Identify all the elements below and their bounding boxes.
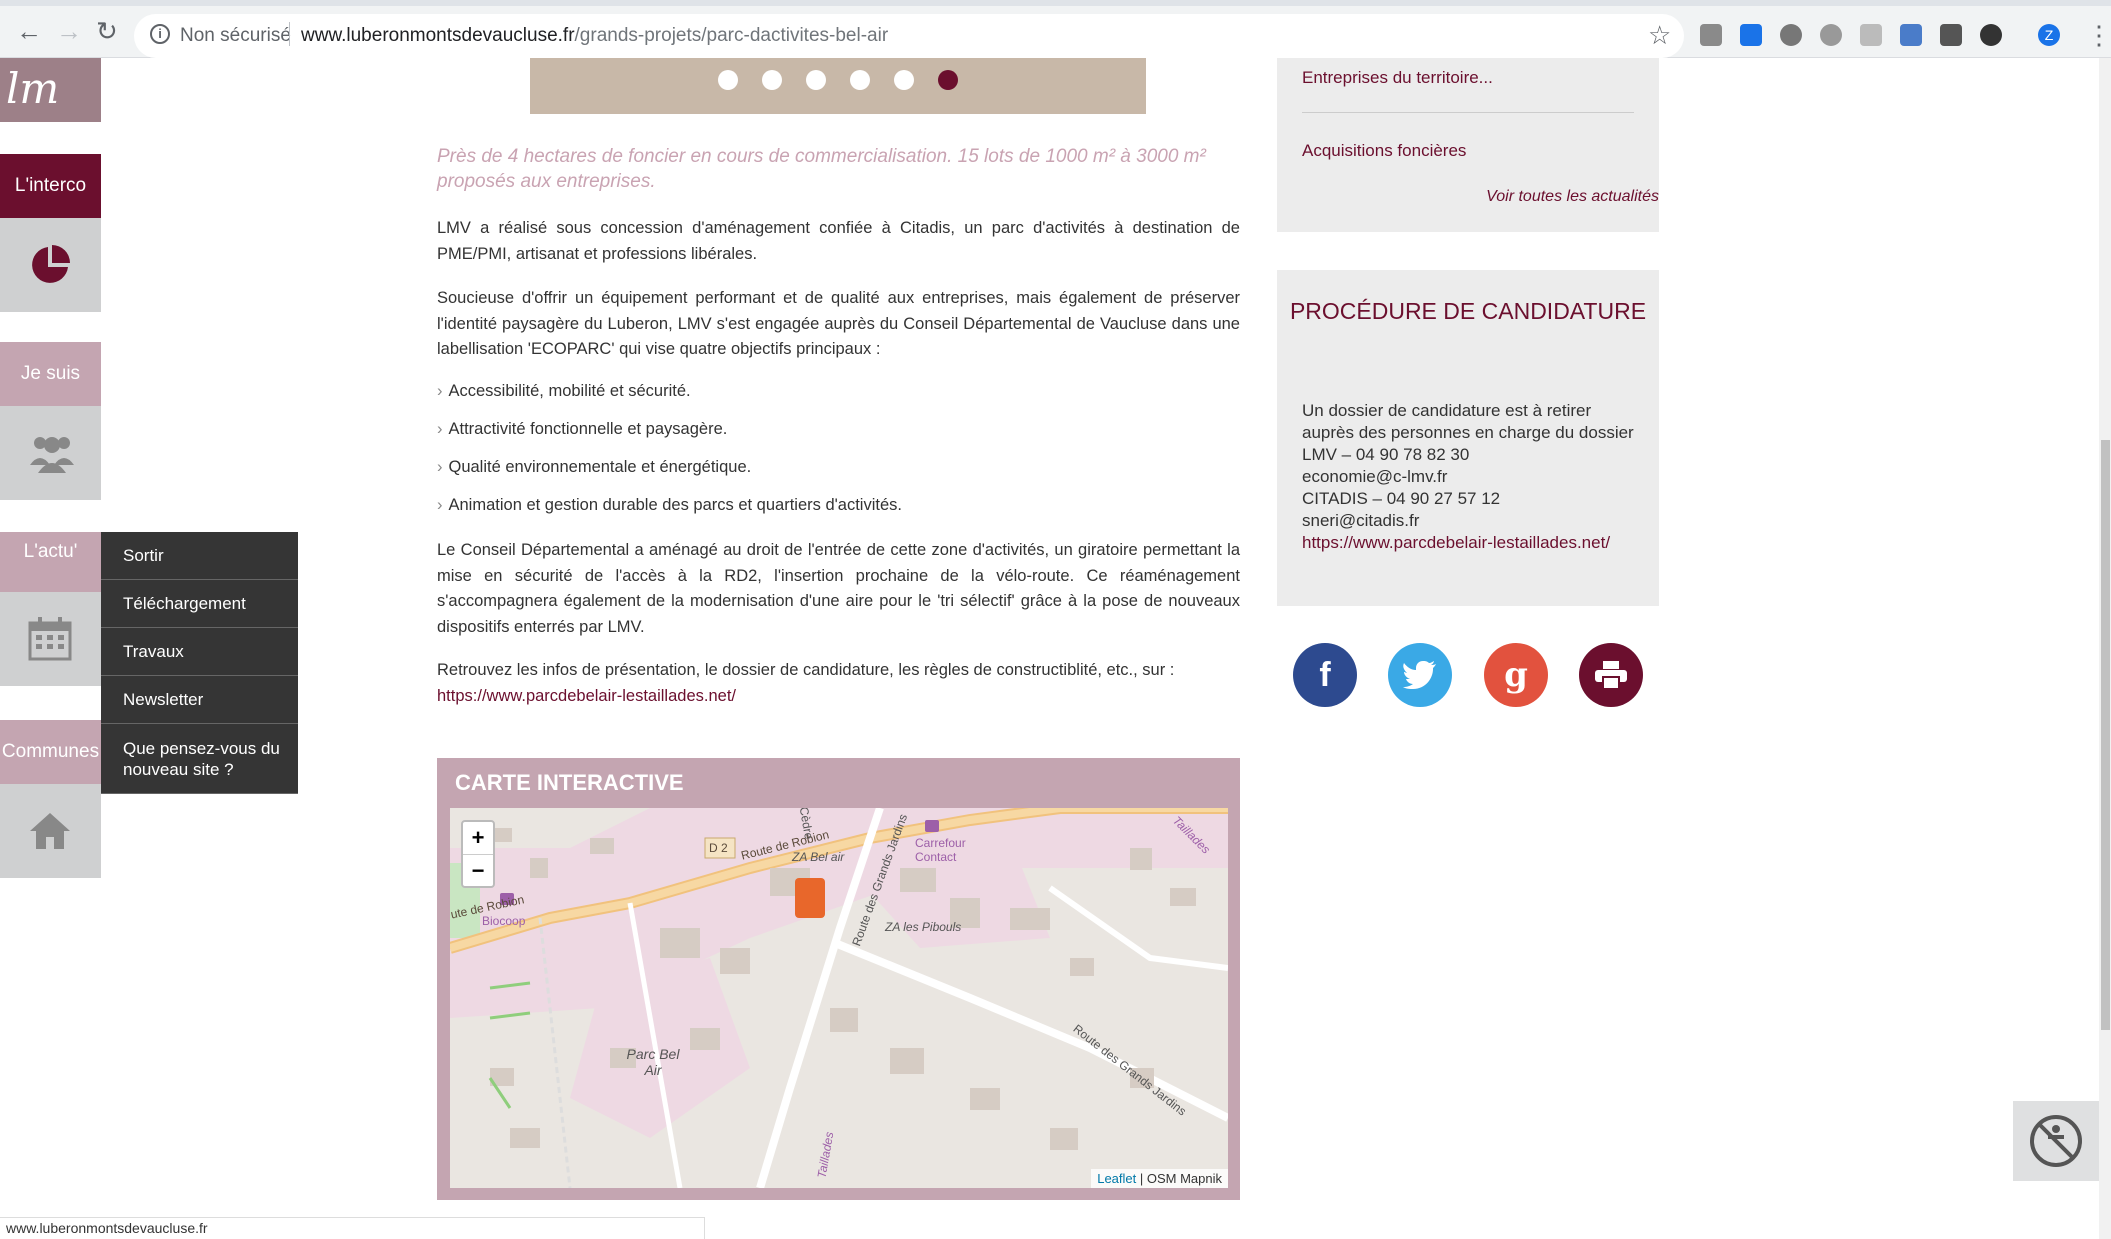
- site-logo[interactable]: lm: [0, 58, 101, 122]
- menu-icon[interactable]: ⋮: [2086, 20, 2111, 51]
- news-item[interactable]: Acquisitions foncières: [1302, 141, 1466, 161]
- map-label: ZA les Pibouls: [885, 920, 962, 934]
- extension-icon[interactable]: [1900, 24, 1922, 46]
- address-divider: [289, 22, 290, 46]
- map-label: Parc Bel Air: [626, 1046, 680, 1078]
- zoom-in-button[interactable]: +: [463, 822, 493, 854]
- accessibility-icon[interactable]: [2013, 1101, 2099, 1181]
- nav-jesuis[interactable]: Je suis: [0, 342, 101, 406]
- interactive-map[interactable]: Route de Robion ute de Robion D 2 ZA Bel…: [450, 808, 1228, 1188]
- extension-icon[interactable]: [1780, 24, 1802, 46]
- map-attribution: Leaflet | OSM Mapnik: [1091, 1169, 1228, 1188]
- nav-actu[interactable]: L'actu': [0, 532, 101, 592]
- reload-icon[interactable]: ↻: [96, 18, 118, 44]
- users-icon: [30, 437, 74, 473]
- lead-text: Près de 4 hectares de foncier en cours d…: [437, 146, 1206, 192]
- star-icon[interactable]: ☆: [1648, 20, 1671, 51]
- map-title: CARTE INTERACTIVE: [455, 770, 684, 795]
- slider-dot[interactable]: [718, 70, 738, 90]
- map-zoom-control: + −: [461, 820, 495, 888]
- bullet-item: › Attractivité fonctionnelle et paysagère…: [437, 420, 728, 438]
- nav-actu-icon[interactable]: [0, 592, 101, 686]
- slider-dot[interactable]: [894, 70, 914, 90]
- forward-icon[interactable]: →: [56, 18, 82, 44]
- status-bar: www.luberonmontsdevaucluse.fr: [0, 1217, 705, 1239]
- news-item[interactable]: Entreprises du territoire...: [1302, 68, 1493, 88]
- map-label: Carrefour Contact: [915, 836, 966, 864]
- all-news-link[interactable]: Voir toutes les actualités: [1486, 188, 1659, 206]
- map-label-d2: D 2: [709, 841, 728, 855]
- tab-strip-edge: [0, 0, 2111, 6]
- slider-dot[interactable]: [850, 70, 870, 90]
- divider: [1302, 112, 1634, 113]
- procedure-title: PROCÉDURE DE CANDIDATURE: [1289, 298, 1647, 324]
- bullet-item: › Accessibilité, mobilité et sécurité.: [437, 382, 691, 400]
- actu-dropdown-menu: Sortir Téléchargement Travaux Newsletter…: [101, 532, 298, 794]
- slider-dot-active[interactable]: [938, 70, 958, 90]
- extension-icon[interactable]: [1980, 24, 2002, 46]
- bullet-item: › Animation et gestion durable des parcs …: [437, 496, 902, 514]
- facebook-icon[interactable]: f: [1293, 643, 1357, 707]
- menu-item-telechargement[interactable]: Téléchargement: [101, 580, 298, 628]
- nav-jesuis-icon[interactable]: [0, 406, 101, 500]
- pie-chart-icon: [32, 245, 70, 283]
- info-icon[interactable]: i: [150, 24, 170, 44]
- nav-interco[interactable]: L'interco: [0, 154, 101, 218]
- extension-icon[interactable]: [1740, 24, 1762, 46]
- procedure-text: Un dossier de candidature est à retirer …: [1302, 400, 1642, 554]
- map-tiles: [450, 808, 1228, 1188]
- paragraph-4: Retrouvez les infos de présentation, le …: [437, 661, 1175, 705]
- scrollbar-thumb[interactable]: [2101, 440, 2110, 1030]
- url-text[interactable]: www.luberonmontsdevaucluse.fr/grands-pro…: [301, 25, 888, 47]
- menu-item-sortir[interactable]: Sortir: [101, 532, 298, 580]
- paragraph-3: Le Conseil Départemental a aménagé au dr…: [437, 541, 1240, 636]
- profile-avatar[interactable]: Z: [2038, 24, 2060, 46]
- extension-icon[interactable]: [1860, 24, 1882, 46]
- map-label: Biocoop: [482, 914, 526, 928]
- paragraph-2: Soucieuse d'offrir un équipement perform…: [437, 289, 1240, 358]
- factory-marker-icon: [795, 878, 825, 918]
- extension-icon[interactable]: [1940, 24, 1962, 46]
- calendar-icon: [28, 617, 72, 661]
- security-label: Non sécurisé: [180, 25, 291, 46]
- zoom-out-button[interactable]: −: [463, 854, 493, 886]
- nav-communes[interactable]: Communes: [0, 720, 101, 784]
- google-plus-icon[interactable]: g: [1484, 643, 1548, 707]
- bullet-item: › Qualité environnementale et énergétique…: [437, 458, 752, 476]
- nav-communes-icon[interactable]: [0, 784, 101, 878]
- menu-item-avis[interactable]: Que pensez-vous du nouveau site ?: [101, 724, 298, 794]
- paragraph-1: LMV a réalisé sous concession d'aménagem…: [437, 219, 1240, 263]
- slider-dot[interactable]: [762, 70, 782, 90]
- map-label: ZA Bel air: [792, 850, 845, 864]
- site-link[interactable]: https://www.parcdebelair-lestaillades.ne…: [437, 687, 736, 705]
- procedure-link[interactable]: https://www.parcdebelair-lestaillades.ne…: [1302, 532, 1642, 554]
- leaflet-link[interactable]: Leaflet: [1097, 1171, 1136, 1186]
- back-icon[interactable]: ←: [16, 18, 42, 44]
- home-icon: [30, 813, 70, 849]
- extension-icon[interactable]: [1820, 24, 1842, 46]
- menu-item-newsletter[interactable]: Newsletter: [101, 676, 298, 724]
- shop-icon: [925, 820, 939, 832]
- twitter-icon[interactable]: [1388, 643, 1452, 707]
- slider-dot[interactable]: [806, 70, 826, 90]
- extension-icon[interactable]: [1700, 24, 1722, 46]
- menu-item-travaux[interactable]: Travaux: [101, 628, 298, 676]
- nav-interco-icon[interactable]: [0, 218, 101, 312]
- image-slider: [530, 58, 1146, 114]
- print-icon[interactable]: [1579, 643, 1643, 707]
